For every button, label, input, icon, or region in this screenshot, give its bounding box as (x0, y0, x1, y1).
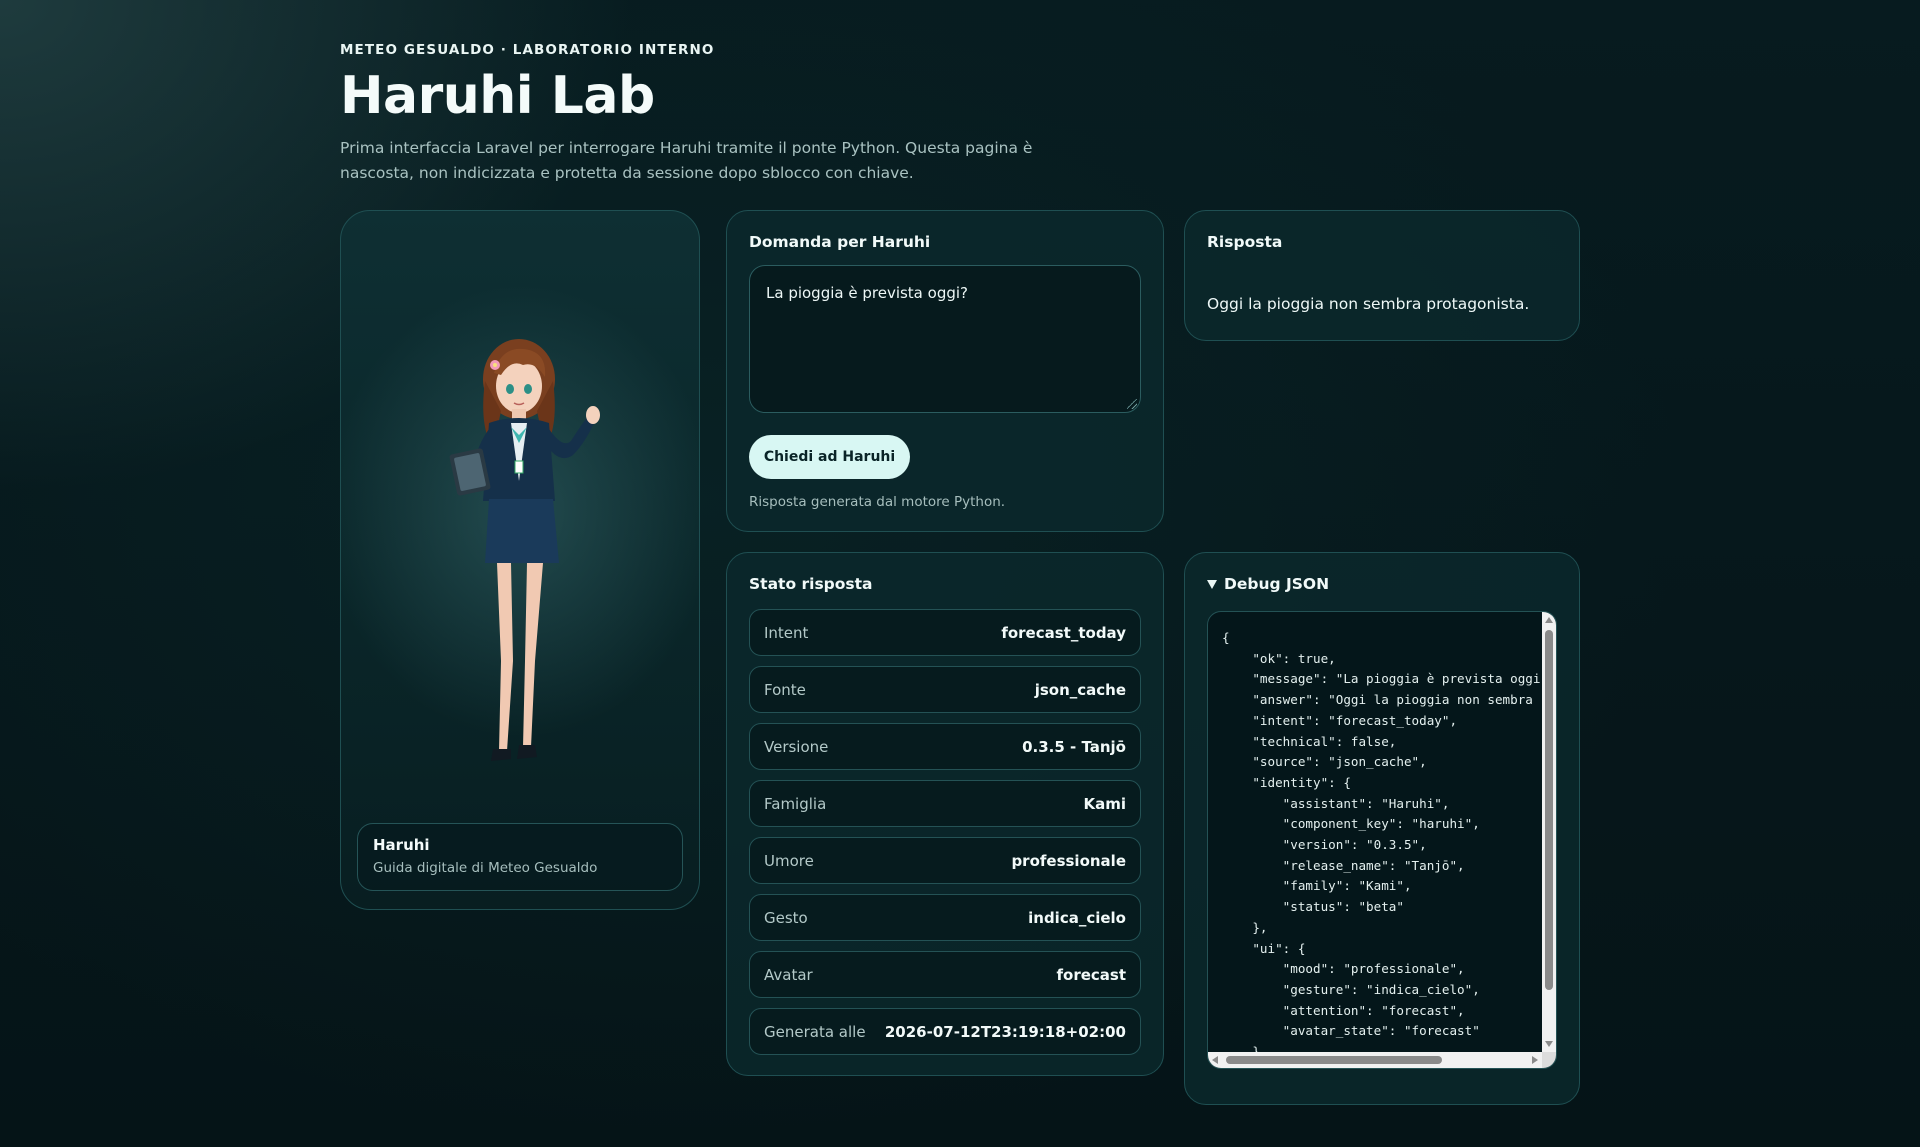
question-text: La pioggia è prevista oggi? (766, 284, 968, 302)
scroll-down-arrow-icon[interactable] (1545, 1041, 1553, 1047)
engine-note: Risposta generata dal motore Python. (749, 494, 1006, 510)
ask-haruhi-button[interactable]: Chiedi ad Haruhi (749, 435, 910, 479)
answer-card: Risposta Oggi la pioggia non sembra prot… (1184, 210, 1580, 341)
status-value: 2026-07-12T23:19:18+02:00 (884, 1022, 1126, 1041)
page-subtitle: Prima interfaccia Laravel per interrogar… (340, 139, 1033, 182)
horizontal-scrollbar[interactable] (1208, 1052, 1542, 1068)
haruhi-avatar-illustration (449, 339, 600, 761)
debug-title: Debug JSON (1224, 575, 1330, 593)
status-value: 0.3.5 - Tanjō (1022, 737, 1126, 756)
question-title: Domanda per Haruhi (749, 233, 931, 251)
scroll-left-arrow-icon[interactable] (1212, 1056, 1218, 1064)
status-row-version: Versione 0.3.5 - Tanjō (749, 723, 1141, 770)
status-row-avatar: Avatar forecast (749, 951, 1141, 998)
status-card: Stato risposta Intent forecast_today Fon… (726, 552, 1164, 1076)
page-kicker: METEO GESUALDO · LABORATORIO INTERNO (340, 42, 715, 58)
resize-grip-icon[interactable] (1127, 399, 1137, 409)
status-row-mood: Umore professionale (749, 837, 1141, 884)
status-key: Generata alle (764, 1022, 866, 1041)
debug-card: Debug JSON { "ok": true, "message": "La … (1184, 552, 1580, 1105)
page-title: Haruhi Lab (340, 66, 655, 126)
avatar-caption: Haruhi Guida digitale di Meteo Gesualdo (357, 823, 683, 891)
answer-text: Oggi la pioggia non sembra protagonista. (1207, 295, 1530, 313)
status-title: Stato risposta (749, 575, 873, 593)
horizontal-scroll-thumb[interactable] (1226, 1056, 1442, 1064)
answer-title: Risposta (1207, 233, 1283, 251)
status-value: Kami (1083, 794, 1126, 813)
scroll-right-arrow-icon[interactable] (1532, 1056, 1538, 1064)
scroll-up-arrow-icon[interactable] (1545, 617, 1553, 623)
avatar-card: Haruhi Guida digitale di Meteo Gesualdo (340, 210, 700, 910)
avatar-role: Guida digitale di Meteo Gesualdo (373, 860, 598, 876)
avatar-name: Haruhi (373, 836, 430, 854)
status-key: Intent (764, 623, 809, 642)
vertical-scrollbar[interactable] (1542, 612, 1556, 1052)
status-list: Intent forecast_today Fonte json_cache V… (749, 609, 1141, 1065)
status-value: indica_cielo (1028, 908, 1126, 927)
status-key: Gesto (764, 908, 808, 927)
status-key: Umore (764, 851, 814, 870)
status-key: Famiglia (764, 794, 827, 813)
vertical-scroll-thumb[interactable] (1545, 630, 1553, 990)
scrollbar-corner (1542, 1052, 1556, 1068)
status-value: json_cache (1034, 680, 1126, 699)
debug-json-viewer[interactable]: { "ok": true, "message": "La pioggia è p… (1207, 611, 1557, 1069)
status-key: Avatar (764, 965, 813, 984)
status-row-gesture: Gesto indica_cielo (749, 894, 1141, 941)
status-row-generated-at: Generata alle 2026-07-12T23:19:18+02:00 (749, 1008, 1141, 1055)
disclosure-triangle-icon (1207, 579, 1217, 589)
status-key: Versione (764, 737, 829, 756)
status-row-intent: Intent forecast_today (749, 609, 1141, 656)
question-textarea[interactable]: La pioggia è prevista oggi? (749, 265, 1141, 413)
status-row-family: Famiglia Kami (749, 780, 1141, 827)
status-value: forecast_today (1001, 623, 1126, 642)
status-row-source: Fonte json_cache (749, 666, 1141, 713)
status-value: professionale (1011, 851, 1126, 870)
debug-json-content: { "ok": true, "message": "La pioggia è p… (1222, 630, 1541, 1052)
debug-json-toggle[interactable]: Debug JSON (1207, 575, 1557, 593)
question-card: Domanda per Haruhi La pioggia è prevista… (726, 210, 1164, 532)
status-key: Fonte (764, 680, 806, 699)
status-value: forecast (1056, 965, 1126, 984)
